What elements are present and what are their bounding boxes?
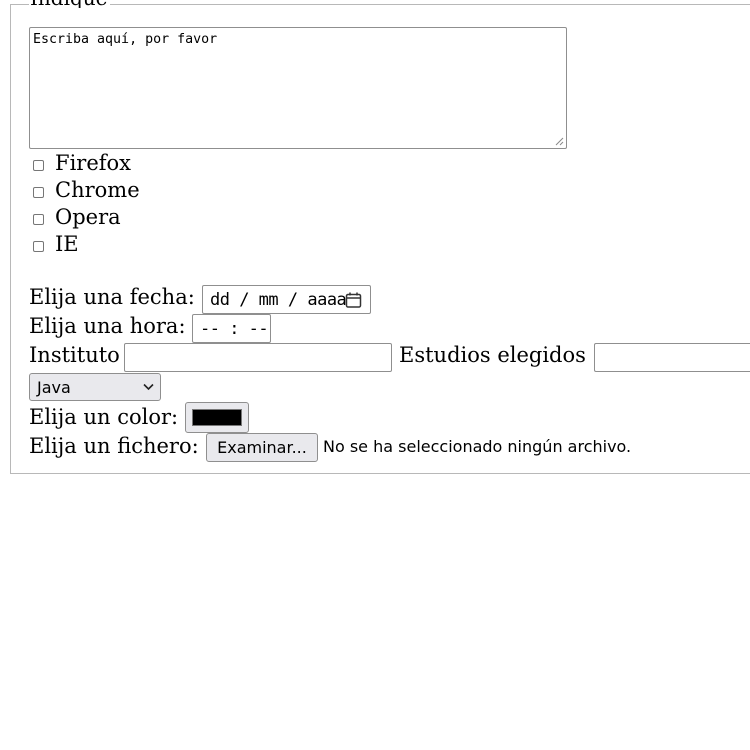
date-input[interactable]: dd / mm / aaaa	[202, 285, 371, 314]
instituto-input[interactable]	[124, 343, 392, 372]
checkbox-label: IE	[55, 232, 79, 256]
fieldset-legend: Indique	[29, 0, 110, 8]
browser-option-opera[interactable]: Opera	[33, 205, 121, 229]
color-label: Elija un color:	[29, 405, 179, 429]
browser-option-firefox[interactable]: Firefox	[33, 151, 131, 175]
color-swatch	[192, 409, 242, 426]
checkbox-label: Opera	[55, 205, 121, 229]
checkbox-chrome[interactable]	[33, 186, 44, 198]
checkbox-opera[interactable]	[33, 213, 44, 225]
comments-textarea[interactable]: Escriba aquí, por favor	[29, 27, 567, 149]
estudios-label: Estudios elegidos	[399, 343, 586, 367]
estudios-input[interactable]	[594, 343, 750, 372]
file-status-text: No se ha seleccionado ningún archivo.	[323, 437, 632, 456]
checkbox-label: Firefox	[55, 151, 132, 175]
select-value: Java	[37, 378, 71, 397]
calendar-icon[interactable]	[345, 292, 362, 308]
language-select[interactable]: Java	[29, 373, 161, 401]
color-picker[interactable]	[185, 402, 249, 433]
resize-grip-icon[interactable]	[554, 136, 564, 146]
instituto-label: Instituto	[29, 343, 120, 367]
time-label: Elija una hora:	[29, 314, 186, 338]
time-placeholder: -- : --	[200, 319, 269, 339]
checkbox-ie[interactable]	[33, 240, 44, 252]
textarea-text: Escriba aquí, por favor	[33, 32, 218, 47]
time-input[interactable]: -- : --	[192, 314, 271, 343]
date-label: Elija una fecha:	[29, 285, 195, 309]
checkbox-label: Chrome	[55, 178, 140, 202]
chevron-down-icon	[143, 383, 154, 391]
browser-option-ie[interactable]: IE	[33, 232, 79, 256]
checkbox-firefox[interactable]	[33, 159, 44, 171]
browser-option-chrome[interactable]: Chrome	[33, 178, 140, 202]
browse-file-button[interactable]: Examinar...	[206, 433, 318, 462]
date-placeholder: dd / mm / aaaa	[210, 290, 347, 310]
file-label: Elija un fichero:	[29, 434, 199, 458]
